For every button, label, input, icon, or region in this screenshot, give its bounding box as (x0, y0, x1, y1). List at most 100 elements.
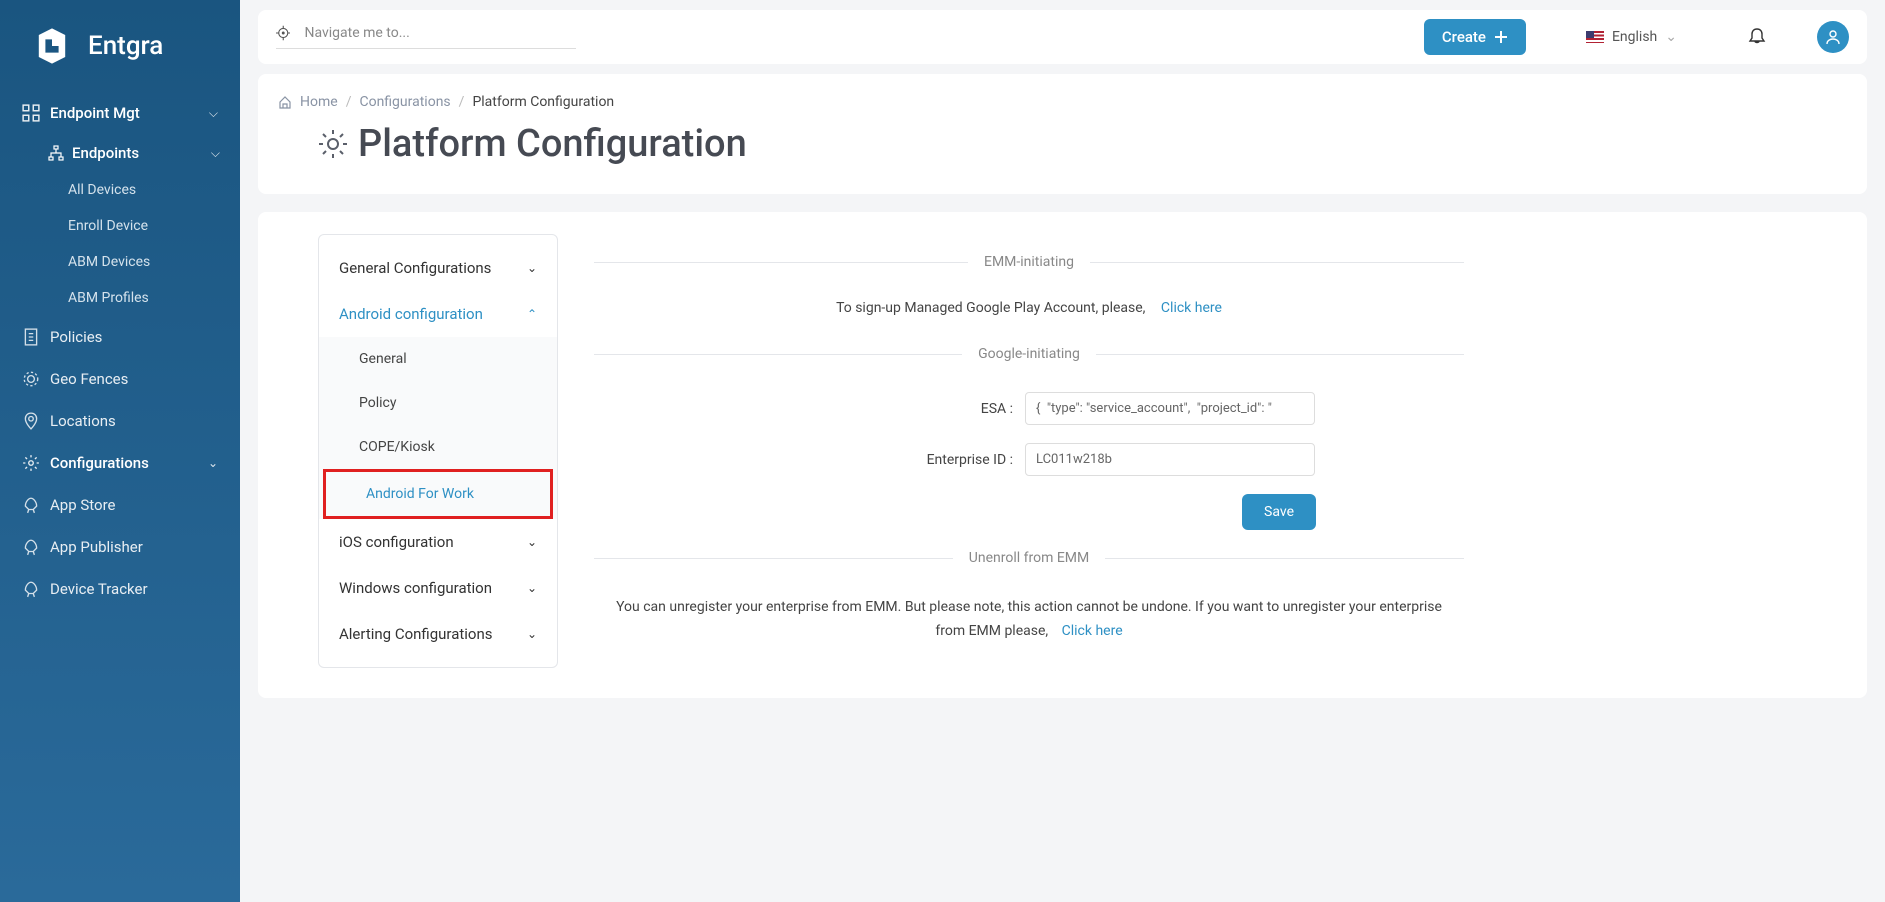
unenroll-text: You can unregister your enterprise from … (594, 596, 1464, 644)
user-avatar[interactable] (1817, 21, 1849, 53)
sidebar-label: Policies (50, 328, 102, 346)
gear-icon (22, 454, 40, 472)
sidebar-label: App Store (50, 496, 115, 514)
sidebar-section-endpoint-mgt[interactable]: Endpoint Mgt ⌵ (16, 92, 224, 134)
bell-icon (1747, 27, 1767, 47)
grid-icon (22, 104, 40, 122)
sidebar-label: Configurations (50, 454, 149, 472)
sidebar-label: Endpoints (72, 144, 139, 162)
rocket-icon (22, 538, 40, 556)
button-label: Create (1442, 28, 1486, 46)
breadcrumb-configurations[interactable]: Configurations (359, 94, 450, 110)
signup-text: To sign-up Managed Google Play Account, … (836, 300, 1145, 316)
notifications-button[interactable] (1747, 27, 1767, 47)
brand-name: Entgra (88, 31, 163, 61)
sidebar-item-app-publisher[interactable]: App Publisher (16, 526, 224, 568)
tree-sub-cope-kiosk[interactable]: COPE/Kiosk (319, 425, 557, 469)
fence-icon (22, 370, 40, 388)
page-title-row: Platform Configuration (258, 118, 1867, 194)
language-label: English (1612, 29, 1657, 45)
language-selector[interactable]: English ⌄ (1586, 29, 1677, 45)
section-emm-initiating: EMM-initiating (594, 254, 1464, 270)
sidebar-label: Device Tracker (50, 580, 148, 598)
sidebar-item-abm-devices[interactable]: ABM Devices (68, 244, 224, 280)
section-label: EMM-initiating (984, 254, 1074, 270)
tree-label: Windows configuration (339, 579, 492, 597)
navigate-input[interactable] (304, 25, 576, 41)
rocket-icon (22, 496, 40, 514)
sidebar-item-policies[interactable]: Policies (16, 316, 224, 358)
separator: / (459, 94, 465, 110)
tree-ios-configuration[interactable]: iOS configuration ⌄ (319, 519, 557, 565)
tree-sub-policy[interactable]: Policy (319, 381, 557, 425)
gear-icon (316, 127, 350, 161)
tree-android-configuration[interactable]: Android configuration ⌃ (319, 291, 557, 337)
section-google-initiating: Google-initiating (594, 346, 1464, 362)
sidebar: Entgra Endpoint Mgt ⌵ Endpoints ⌵ All De… (0, 0, 240, 902)
topbar: Create English ⌄ (258, 10, 1867, 64)
sidebar-label: App Publisher (50, 538, 143, 556)
unenroll-click-here-link[interactable]: Click here (1062, 623, 1123, 639)
tree-alerting-configurations[interactable]: Alerting Configurations ⌄ (319, 611, 557, 657)
sidebar-item-locations[interactable]: Locations (16, 400, 224, 442)
flag-us-icon (1586, 31, 1604, 43)
chevron-down-icon: ⌄ (1665, 29, 1677, 45)
sidebar-label: Locations (50, 412, 116, 430)
config-tree: General Configurations ⌄ Android configu… (318, 234, 558, 668)
chevron-down-icon: ⌄ (208, 456, 218, 470)
signup-click-here-link[interactable]: Click here (1161, 300, 1222, 316)
config-card: General Configurations ⌄ Android configu… (258, 212, 1867, 698)
chevron-up-icon: ⌃ (527, 307, 537, 321)
tree-general-configurations[interactable]: General Configurations ⌄ (319, 245, 557, 291)
sidebar-label: Geo Fences (50, 370, 128, 388)
create-button[interactable]: Create (1424, 19, 1526, 55)
crosshair-icon (276, 25, 290, 41)
sidebar-item-app-store[interactable]: App Store (16, 484, 224, 526)
enterprise-id-input[interactable] (1025, 443, 1315, 476)
sidebar-item-geo-fences[interactable]: Geo Fences (16, 358, 224, 400)
sidebar-item-endpoints[interactable]: Endpoints ⌵ (44, 134, 224, 172)
section-label: Unenroll from EMM (969, 550, 1089, 566)
tree-label: Alerting Configurations (339, 625, 493, 643)
sidebar-section-configurations[interactable]: Configurations ⌄ (16, 442, 224, 484)
home-icon (278, 95, 292, 109)
user-icon (1825, 29, 1841, 45)
rocket-icon (22, 580, 40, 598)
esa-label: ESA : (743, 401, 1013, 417)
breadcrumb-home[interactable]: Home (300, 94, 338, 110)
sidebar-label: Endpoint Mgt (50, 104, 140, 122)
tree-label: Android configuration (339, 305, 483, 323)
esa-row: ESA : (594, 392, 1464, 425)
enterprise-id-label: Enterprise ID : (743, 452, 1013, 468)
tree-windows-configuration[interactable]: Windows configuration ⌄ (319, 565, 557, 611)
esa-input[interactable] (1025, 392, 1315, 425)
sidebar-item-enroll-device[interactable]: Enroll Device (68, 208, 224, 244)
page-title: Platform Configuration (358, 122, 747, 166)
tree-sub-general[interactable]: General (319, 337, 557, 381)
document-icon (22, 328, 40, 346)
content-card: Home / Configurations / Platform Configu… (258, 74, 1867, 194)
chevron-up-icon: ⌵ (209, 106, 218, 121)
chevron-down-icon: ⌄ (527, 627, 537, 641)
location-icon (22, 412, 40, 430)
plus-icon (1494, 30, 1508, 44)
sidebar-item-abm-profiles[interactable]: ABM Profiles (68, 280, 224, 316)
separator: / (346, 94, 352, 110)
chevron-down-icon: ⌄ (527, 581, 537, 595)
navigate-search[interactable] (276, 25, 576, 49)
sidebar-item-all-devices[interactable]: All Devices (68, 172, 224, 208)
main-content: Create English ⌄ Home / Configurations / (240, 0, 1885, 902)
enterprise-id-row: Enterprise ID : (594, 443, 1464, 476)
save-button[interactable]: Save (1242, 494, 1316, 530)
tree-label: General Configurations (339, 259, 491, 277)
unenroll-body: You can unregister your enterprise from … (616, 599, 1442, 639)
signup-row: To sign-up Managed Google Play Account, … (594, 300, 1464, 316)
section-label: Google-initiating (978, 346, 1080, 362)
tree-sub-android-for-work[interactable]: Android For Work (323, 469, 553, 519)
brand-icon (30, 24, 74, 68)
breadcrumb: Home / Configurations / Platform Configu… (258, 86, 1867, 118)
config-body: EMM-initiating To sign-up Managed Google… (574, 234, 1494, 668)
sidebar-item-device-tracker[interactable]: Device Tracker (16, 568, 224, 610)
chevron-down-icon: ⌄ (527, 535, 537, 549)
brand-logo[interactable]: Entgra (0, 0, 240, 92)
